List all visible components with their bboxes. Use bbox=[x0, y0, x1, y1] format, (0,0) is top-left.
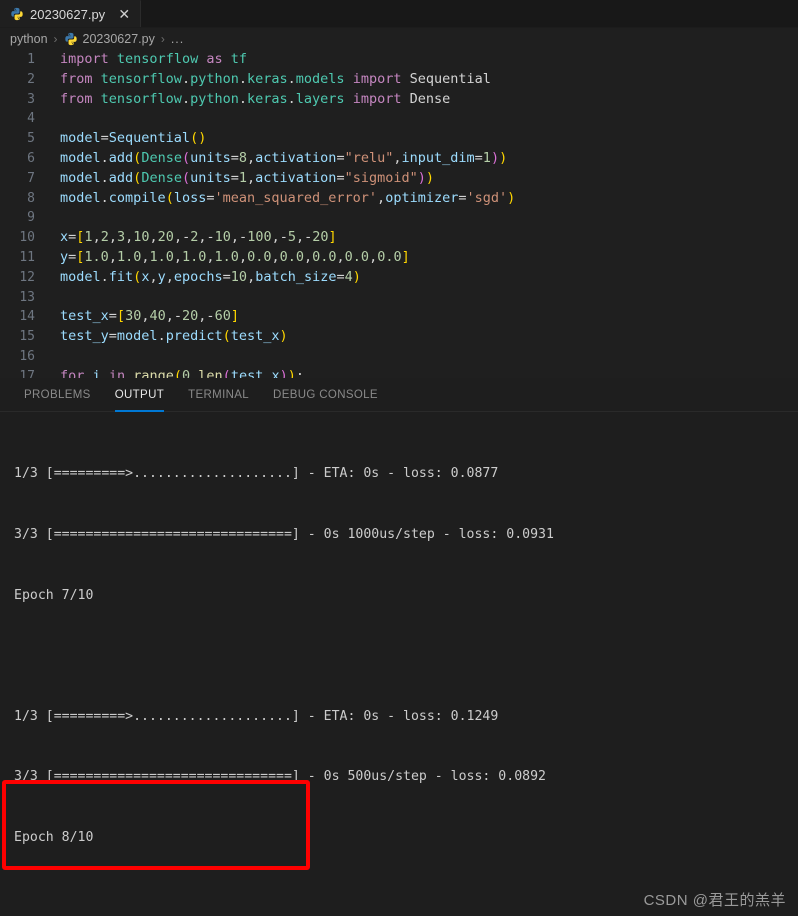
tab-output[interactable]: OUTPUT bbox=[103, 378, 176, 412]
line-content bbox=[46, 109, 68, 129]
line-content: import tensorflow as tf bbox=[60, 51, 248, 67]
code-line-clipped: 17 for i in range(0,len(test_x)): bbox=[0, 367, 798, 378]
line-content: x=[1,2,3,10,20,-2,-10,-100,-5,-20] bbox=[60, 229, 337, 246]
line-number: 2 bbox=[27, 71, 35, 87]
line-number: 4 bbox=[27, 111, 35, 127]
editor-tab-20230627-py[interactable]: 20230627.py ✕ bbox=[0, 0, 142, 27]
breadcrumb: python › 20230627.py › ... bbox=[0, 28, 798, 50]
editor-tab-bar: 20230627.py ✕ bbox=[0, 0, 798, 28]
line-number: 10 bbox=[19, 230, 35, 246]
line-number: 3 bbox=[27, 91, 35, 107]
code-line: 10 x=[1,2,3,10,20,-2,-10,-100,-5,-20] bbox=[0, 228, 798, 248]
line-content: from tensorflow.python.keras.models impo… bbox=[60, 70, 491, 87]
output-line: 3/3 [==============================] - 0… bbox=[14, 769, 546, 785]
code-line: 14 test_x=[30,40,-20,-60] bbox=[0, 307, 798, 327]
code-line: 12 model.fit(x,y,epochs=10,batch_size=4) bbox=[0, 268, 798, 288]
line-content: for i in range(0,len(test_x)): bbox=[60, 367, 305, 378]
tab-bar-empty-area bbox=[141, 0, 798, 27]
line-number: 14 bbox=[19, 309, 35, 325]
line-number: 6 bbox=[27, 150, 35, 166]
line-number: 7 bbox=[27, 170, 35, 186]
line-content bbox=[46, 208, 68, 228]
line-content: model.compile(loss='mean_squared_error',… bbox=[60, 189, 516, 206]
code-line: 7 model.add(Dense(units=1,activation="si… bbox=[0, 169, 798, 189]
close-icon[interactable]: ✕ bbox=[117, 7, 131, 21]
line-content: y=[1.0,1.0,1.0,1.0,1.0,0.0,0.0,0.0,0.0,0… bbox=[60, 248, 410, 265]
line-number: 13 bbox=[19, 289, 35, 305]
line-content: test_y=model.predict(test_x) bbox=[60, 328, 288, 345]
tab-terminal-label: TERMINAL bbox=[188, 388, 250, 401]
line-number: 8 bbox=[27, 190, 35, 206]
code-line: 15 test_y=model.predict(test_x) bbox=[0, 327, 798, 347]
line-number: 11 bbox=[19, 249, 35, 265]
tab-output-label: OUTPUT bbox=[114, 388, 165, 401]
line-content: model.add(Dense(units=8,activation="relu… bbox=[60, 149, 508, 166]
output-line: 1/3 [=========>....................] - E… bbox=[14, 708, 499, 724]
line-content: from tensorflow.python.keras.layers impo… bbox=[60, 90, 451, 107]
line-content: test_x=[30,40,-20,-60] bbox=[60, 308, 239, 325]
code-line: 9 bbox=[0, 208, 798, 228]
tab-problems-label: PROBLEMS bbox=[24, 388, 91, 401]
code-line: 2 from tensorflow.python.keras.models im… bbox=[0, 70, 798, 90]
code-line: 16 bbox=[0, 347, 798, 367]
python-file-icon-breadcrumb bbox=[64, 32, 78, 46]
line-number: 1 bbox=[27, 52, 35, 67]
line-number: 9 bbox=[27, 210, 35, 226]
chevron-right-icon-2: › bbox=[160, 32, 165, 46]
line-content bbox=[46, 347, 68, 367]
code-line: 3 from tensorflow.python.keras.layers im… bbox=[0, 90, 798, 110]
chevron-right-icon: › bbox=[53, 32, 58, 46]
python-file-icon bbox=[10, 7, 24, 21]
line-content: model.add(Dense(units=1,activation="sigm… bbox=[60, 169, 435, 186]
line-number: 17 bbox=[19, 368, 35, 378]
code-editor[interactable]: 1 import tensorflow as tf 2 from tensorf… bbox=[0, 50, 798, 378]
output-line: Epoch 8/10 bbox=[14, 829, 94, 845]
line-content bbox=[46, 288, 68, 308]
panel-tab-bar: PROBLEMS OUTPUT TERMINAL DEBUG CONSOLE bbox=[0, 378, 798, 412]
output-line: 1/3 [=========>....................] - E… bbox=[14, 466, 499, 482]
watermark: CSDN @君王的羔羊 bbox=[643, 892, 786, 909]
editor-tab-label: 20230627.py bbox=[30, 6, 106, 22]
bottom-panel: PROBLEMS OUTPUT TERMINAL DEBUG CONSOLE 1… bbox=[0, 378, 798, 916]
output-line: Epoch 7/10 bbox=[14, 587, 94, 603]
tab-debug-console[interactable]: DEBUG CONSOLE bbox=[261, 378, 390, 412]
line-number: 5 bbox=[27, 131, 35, 147]
line-number: 16 bbox=[19, 348, 35, 364]
output-console[interactable]: 1/3 [=========>....................] - E… bbox=[0, 412, 798, 916]
line-content: model.fit(x,y,epochs=10,batch_size=4) bbox=[60, 268, 361, 285]
line-number: 15 bbox=[19, 329, 35, 345]
code-line: 1 import tensorflow as tf bbox=[0, 50, 798, 70]
code-line: 11 y=[1.0,1.0,1.0,1.0,1.0,0.0,0.0,0.0,0.… bbox=[0, 248, 798, 268]
vscode-window: 20230627.py ✕ python › 20230627.py › ...… bbox=[0, 0, 798, 916]
code-line: 6 model.add(Dense(units=8,activation="re… bbox=[0, 149, 798, 169]
line-content: model=Sequential() bbox=[60, 130, 207, 147]
breadcrumb-symbol-dots[interactable]: ... bbox=[171, 32, 184, 46]
tab-problems[interactable]: PROBLEMS bbox=[12, 378, 103, 412]
code-line: 8 model.compile(loss='mean_squared_error… bbox=[0, 189, 798, 209]
output-line-blank bbox=[14, 646, 798, 666]
code-line: 4 bbox=[0, 109, 798, 129]
breadcrumb-file[interactable]: 20230627.py bbox=[83, 32, 155, 46]
breadcrumb-folder[interactable]: python bbox=[10, 32, 48, 46]
output-line: 3/3 [==============================] - 0… bbox=[14, 527, 554, 542]
tab-terminal[interactable]: TERMINAL bbox=[176, 378, 261, 412]
tab-debug-console-label: DEBUG CONSOLE bbox=[273, 388, 378, 401]
line-number: 12 bbox=[19, 269, 35, 285]
code-line: 13 bbox=[0, 288, 798, 308]
code-line: 5 model=Sequential() bbox=[0, 129, 798, 149]
